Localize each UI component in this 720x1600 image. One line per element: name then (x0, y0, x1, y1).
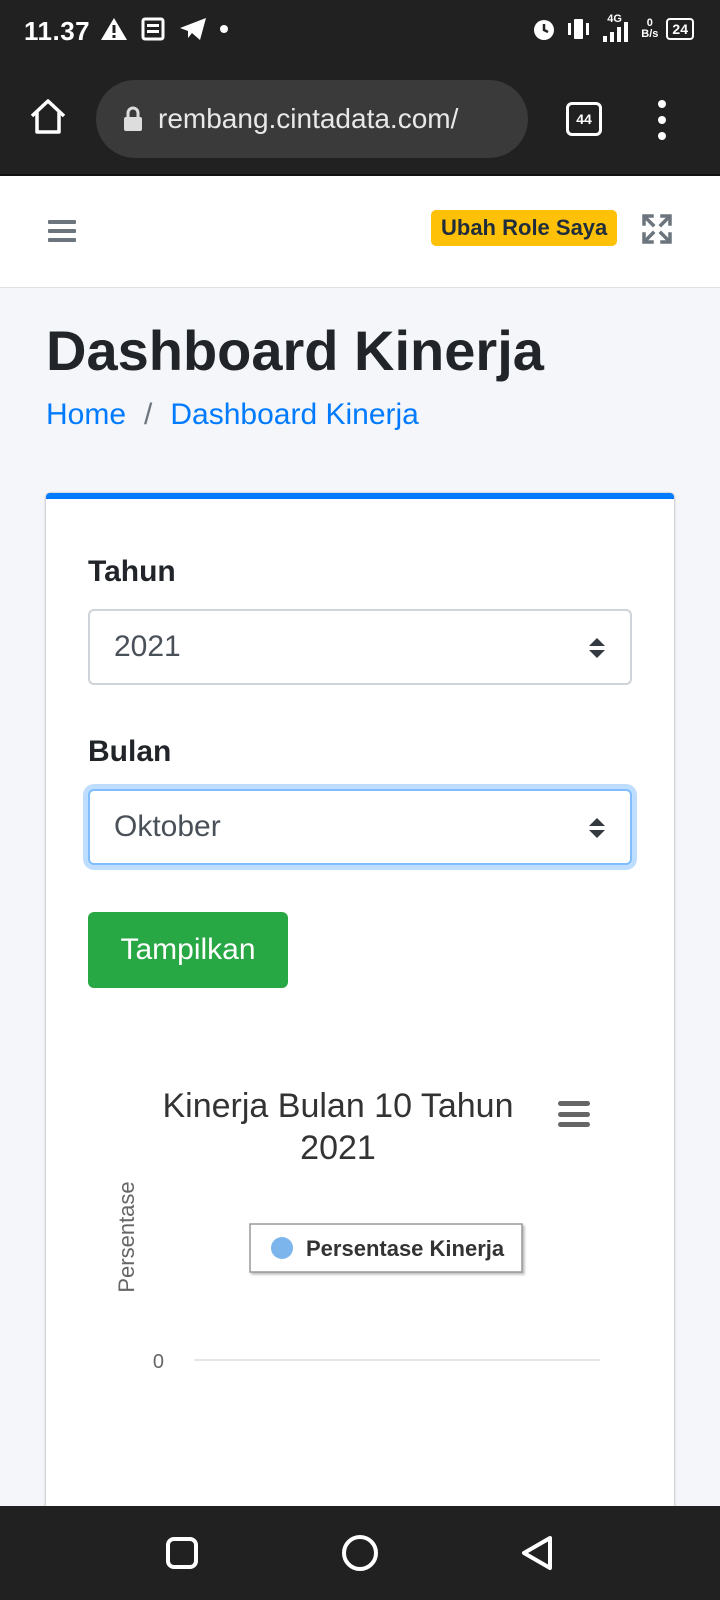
show-button[interactable]: Tampilkan (88, 912, 288, 988)
tab-switcher-button[interactable]: 44 (566, 102, 602, 136)
page-title: Dashboard Kinerja (46, 319, 544, 382)
y-axis-label: Persentase (114, 1181, 139, 1292)
year-select-value: 2021 (114, 630, 181, 663)
browser-toolbar: rembang.cintadata.com/ 44 (0, 66, 720, 176)
clock: 11.37 (24, 16, 91, 46)
fullscreen-icon[interactable] (641, 213, 673, 245)
year-label: Tahun (88, 555, 176, 588)
chart-legend[interactable]: Persentase Kinerja (249, 1223, 523, 1273)
month-select-value: Oktober (114, 810, 221, 843)
breadcrumb: Home / Dashboard Kinerja (46, 398, 419, 432)
lock-icon (124, 106, 142, 131)
signal-icon (603, 22, 629, 42)
select-arrows-icon (589, 638, 605, 658)
legend-marker (271, 1237, 293, 1259)
performance-chart: Kinerja Bulan 10 Tahun 2021 Persentase P… (88, 1059, 632, 1519)
notification-icons (100, 16, 228, 42)
more-notifications-dot (220, 25, 228, 33)
dashboard-card: Tahun 2021 Bulan Oktober Tampilkan Kiner… (46, 493, 674, 1513)
system-indicators: 4G 0 B/s 24 (531, 14, 694, 44)
month-label: Bulan (88, 735, 172, 768)
home-icon[interactable] (28, 97, 68, 137)
telegram-icon (180, 18, 206, 40)
app-navbar: Ubah Role Saya (0, 176, 720, 288)
news-icon (141, 17, 165, 41)
select-arrows-icon (589, 818, 605, 838)
alarm-icon (534, 20, 555, 40)
back-icon[interactable] (520, 1534, 554, 1572)
warning-icon (101, 18, 127, 40)
year-select[interactable]: 2021 (88, 609, 632, 685)
recent-apps-icon[interactable] (165, 1536, 199, 1570)
network-speed: 0 B/s (641, 17, 659, 40)
y-tick-label: 0 (153, 1351, 164, 1373)
month-select[interactable]: Oktober (88, 789, 632, 865)
signal-indicator: 4G (599, 14, 633, 44)
breadcrumb-separator: / (144, 398, 153, 431)
breadcrumb-home-link[interactable]: Home (46, 398, 126, 432)
vibrate-icon (568, 19, 590, 39)
system-nav-bar (0, 1506, 720, 1600)
sidebar-toggle-icon[interactable] (48, 220, 76, 242)
home-nav-icon[interactable] (341, 1534, 379, 1572)
status-bar: 11.37 4G 0 B/s 24 (0, 0, 720, 66)
browser-menu-icon[interactable] (654, 100, 670, 140)
battery-indicator: 24 (666, 18, 694, 40)
breadcrumb-current[interactable]: Dashboard Kinerja (170, 398, 418, 432)
address-bar[interactable]: rembang.cintadata.com/ (96, 80, 528, 158)
change-role-button[interactable]: Ubah Role Saya (431, 210, 618, 246)
legend-label: Persentase Kinerja (306, 1236, 505, 1261)
url-text[interactable]: rembang.cintadata.com/ (158, 103, 458, 135)
chart-plot: Persentase Persentase Kinerja 0 (114, 1181, 600, 1373)
